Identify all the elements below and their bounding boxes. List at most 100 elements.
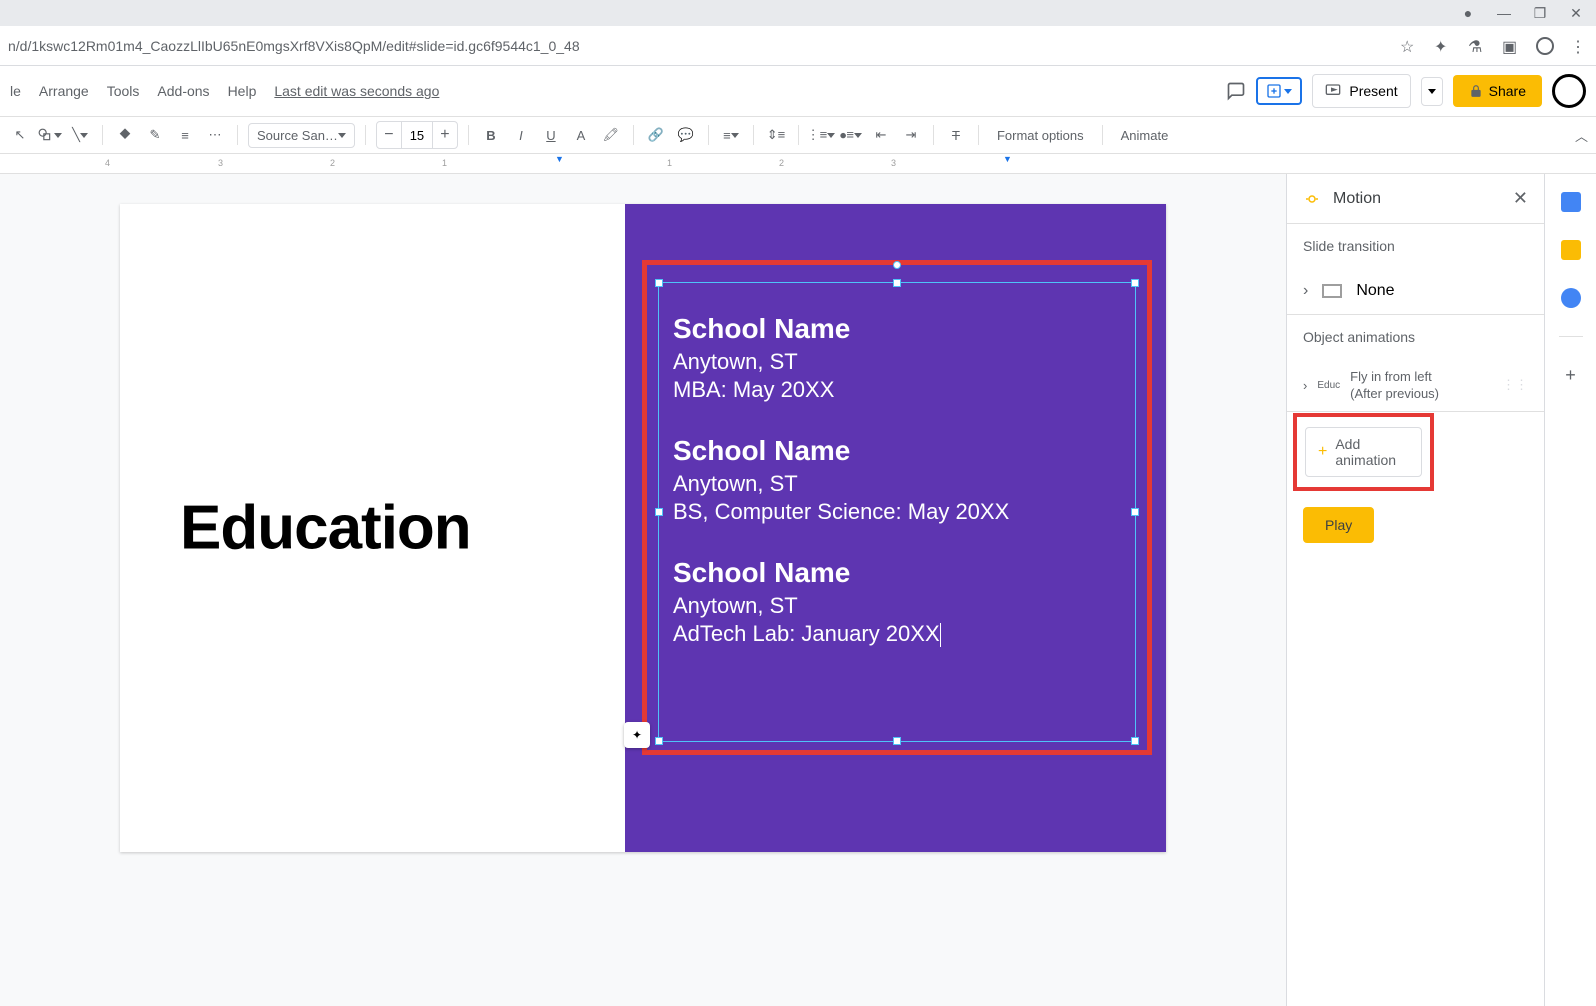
highlight-icon[interactable]: 🖍 (599, 123, 623, 147)
add-rail-icon[interactable]: + (1565, 365, 1576, 386)
border-weight-icon[interactable]: ≡ (173, 123, 197, 147)
school-degree[interactable]: BS, Computer Science: May 20XX (673, 499, 1121, 525)
school-location[interactable]: Anytown, ST (673, 471, 1121, 497)
menu-bar: le Arrange Tools Add-ons Help Last edit … (0, 66, 1596, 116)
labs-icon[interactable]: ⚗ (1468, 37, 1486, 55)
line-spacing-icon[interactable]: ⇕≡ (764, 123, 788, 147)
school-name[interactable]: School Name (673, 313, 1121, 345)
extension-icon[interactable]: ✦ (1434, 37, 1452, 55)
comments-icon[interactable] (1226, 81, 1246, 101)
ruler[interactable]: 4 3 2 1 ▼ 1 2 3 ▼ (0, 154, 1596, 174)
numbered-list-icon[interactable]: ⋮≡ (809, 123, 833, 147)
comment-icon[interactable]: 💬 (674, 123, 698, 147)
url-bar: n/d/1kswc12Rm01m4_CaozzLlIbU65nE0mgsXrf8… (0, 26, 1596, 66)
resize-handle-tr[interactable] (1131, 279, 1139, 287)
minimize-icon[interactable]: — (1496, 5, 1512, 21)
border-color-icon[interactable]: ✎ (143, 123, 167, 147)
resize-handle-bm[interactable] (893, 737, 901, 745)
resize-handle-ml[interactable] (655, 508, 663, 516)
school-location[interactable]: Anytown, ST (673, 349, 1121, 375)
font-size-input[interactable] (401, 122, 433, 148)
indent-marker[interactable]: ▼ (555, 154, 564, 164)
select-tool-icon[interactable]: ↖ (8, 123, 32, 147)
star-icon[interactable]: ☆ (1400, 37, 1418, 55)
ruler-tick: 2 (330, 158, 335, 168)
format-options-button[interactable]: Format options (989, 128, 1092, 143)
clear-format-icon[interactable]: T (944, 123, 968, 147)
canvas-area[interactable]: Education School Name Anytown, ST MBA: M… (0, 174, 1286, 1006)
font-size-increase[interactable]: + (433, 122, 457, 148)
school-name[interactable]: School Name (673, 435, 1121, 467)
menu-addons[interactable]: Add-ons (157, 83, 209, 99)
resize-handle-tm[interactable] (893, 279, 901, 287)
school-location[interactable]: Anytown, ST (673, 593, 1121, 619)
animate-button[interactable]: Animate (1113, 128, 1177, 143)
last-edit-link[interactable]: Last edit was seconds ago (274, 83, 439, 99)
menu-arrange[interactable]: Arrange (39, 83, 89, 99)
indent-decrease-icon[interactable]: ⇤ (869, 123, 893, 147)
keep-rail-icon[interactable] (1561, 240, 1581, 260)
menu-tools[interactable]: Tools (107, 83, 140, 99)
bold-icon[interactable]: B (479, 123, 503, 147)
ruler-tick: 1 (667, 158, 672, 168)
toolbar: ↖ ╲ ✎ ≡ ⋯ Source San… − + B I U A 🖍 🔗 💬 … (0, 116, 1596, 154)
add-animation-label: Add animation (1335, 436, 1409, 468)
line-tool-icon[interactable]: ╲ (68, 123, 92, 147)
drag-handle-icon[interactable]: ⋮⋮ (1502, 377, 1528, 393)
maximize-icon[interactable]: ❐ (1532, 5, 1548, 21)
school-degree[interactable]: AdTech Lab: January 20XX (673, 621, 1121, 647)
animation-object-tag: Educ (1317, 380, 1340, 391)
record-icon[interactable]: ● (1460, 5, 1476, 21)
toolbar-collapse-icon[interactable]: ︿ (1575, 126, 1588, 145)
profile-small-icon[interactable] (1536, 37, 1554, 55)
border-dash-icon[interactable]: ⋯ (203, 123, 227, 147)
school-degree[interactable]: MBA: May 20XX (673, 377, 1121, 403)
transition-selector[interactable]: › None (1287, 268, 1544, 315)
slide-title[interactable]: Education (180, 493, 471, 564)
present-dropdown[interactable] (1421, 77, 1443, 106)
school-name[interactable]: School Name (673, 557, 1121, 589)
text-box-selected[interactable]: School Name Anytown, ST MBA: May 20XX Sc… (658, 282, 1136, 742)
menu-file[interactable]: le (10, 83, 21, 99)
ruler-tick: 3 (218, 158, 223, 168)
link-icon[interactable]: 🔗 (644, 123, 668, 147)
resize-handle-mr[interactable] (1131, 508, 1139, 516)
fill-color-icon[interactable] (113, 123, 137, 147)
underline-icon[interactable]: U (539, 123, 563, 147)
rotate-handle[interactable] (893, 261, 901, 269)
share-button[interactable]: Share (1453, 75, 1542, 107)
close-icon[interactable]: ✕ (1513, 188, 1528, 209)
align-icon[interactable]: ≡ (719, 123, 743, 147)
italic-icon[interactable]: I (509, 123, 533, 147)
slide[interactable]: Education School Name Anytown, ST MBA: M… (120, 204, 1166, 852)
add-slide-button[interactable] (1256, 77, 1302, 105)
play-button[interactable]: Play (1303, 507, 1374, 543)
url-text[interactable]: n/d/1kswc12Rm01m4_CaozzLlIbU65nE0mgsXrf8… (8, 38, 1400, 54)
close-window-icon[interactable]: ✕ (1568, 5, 1584, 21)
browser-menu-icon[interactable]: ⋮ (1570, 37, 1588, 55)
add-animation-button[interactable]: + Add animation (1305, 427, 1422, 477)
menu-help[interactable]: Help (228, 83, 257, 99)
profile-avatar[interactable] (1552, 74, 1586, 108)
font-name-select[interactable]: Source San… (248, 123, 355, 148)
panel-icon[interactable]: ▣ (1502, 37, 1520, 55)
floating-tool-widget[interactable]: ✦ (624, 722, 650, 748)
plus-icon: + (1318, 443, 1327, 461)
bulleted-list-icon[interactable]: ⦁≡ (839, 123, 863, 147)
motion-panel: Motion ✕ Slide transition › None Object … (1286, 174, 1544, 1006)
present-button[interactable]: Present (1312, 74, 1410, 108)
share-label: Share (1489, 83, 1526, 99)
shape-tool-icon[interactable] (38, 123, 62, 147)
font-size-decrease[interactable]: − (377, 122, 401, 148)
resize-handle-tl[interactable] (655, 279, 663, 287)
indent-increase-icon[interactable]: ⇥ (899, 123, 923, 147)
right-rail: + (1544, 174, 1596, 1006)
resize-handle-br[interactable] (1131, 737, 1139, 745)
indent-right-marker[interactable]: ▼ (1003, 154, 1012, 164)
text-color-icon[interactable]: A (569, 123, 593, 147)
present-label: Present (1349, 83, 1397, 99)
calendar-rail-icon[interactable] (1561, 192, 1581, 212)
tasks-rail-icon[interactable] (1561, 288, 1581, 308)
animation-item[interactable]: › Educ Fly in from left (After previous)… (1287, 359, 1544, 412)
resize-handle-bl[interactable] (655, 737, 663, 745)
